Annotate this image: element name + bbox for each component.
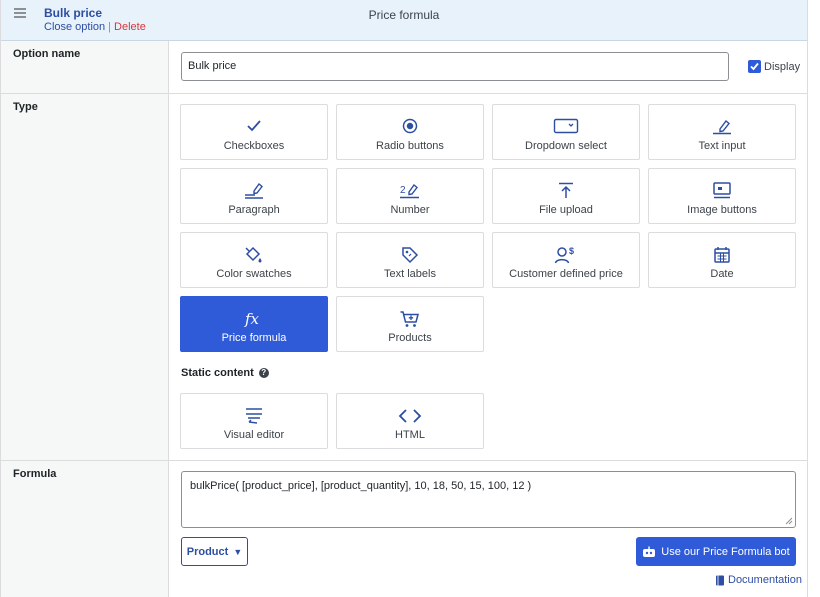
type-label: Type <box>13 101 38 113</box>
header-actions: Close option | Delete <box>44 21 146 33</box>
link-separator: | <box>108 21 112 33</box>
formula-text: bulkPrice( [product_price], [product_qua… <box>190 480 532 492</box>
row-divider <box>1 460 807 461</box>
type-tile-label: Paragraph <box>228 204 280 216</box>
type-tile-visual-editor[interactable]: Visual editor <box>180 393 328 449</box>
tag-icon <box>402 247 419 264</box>
delete-link[interactable]: Delete <box>114 21 146 33</box>
formula-label: Formula <box>13 468 57 480</box>
help-icon[interactable]: ? <box>258 368 269 378</box>
type-tile-label: Number <box>390 204 430 216</box>
option-header: Bulk price Close option | Delete Price for… <box>1 0 807 41</box>
resize-handle-icon[interactable] <box>785 517 793 525</box>
option-panel: Bulk price Close option | Delete Price for… <box>0 0 808 597</box>
type-tile-label: Customer defined price <box>509 268 623 280</box>
type-tile-label: HTML <box>395 429 425 441</box>
type-tile-paragraph[interactable]: Paragraph <box>180 168 328 224</box>
type-tile-color-swatches[interactable]: Color swatches <box>180 232 328 288</box>
option-name-label-cell: Option name <box>1 41 169 93</box>
product-button-label: Product <box>186 545 229 558</box>
documentation-link[interactable]: Documentation <box>715 574 802 586</box>
code-icon <box>398 409 422 423</box>
type-tile-price-formula[interactable]: fx Price formula <box>180 296 328 352</box>
cart-icon <box>400 311 419 327</box>
paragraph-icon <box>245 182 263 199</box>
row-divider <box>1 93 807 94</box>
robot-icon <box>643 546 656 557</box>
check-mark-icon <box>750 62 759 71</box>
formula-label-cell: Formula <box>1 461 169 597</box>
type-tile-label: Checkboxes <box>223 140 285 152</box>
static-content-heading: Static content ? <box>181 367 269 379</box>
type-tile-label: Dropdown select <box>525 140 607 152</box>
type-tile-date[interactable]: Date <box>648 232 796 288</box>
type-label-cell: Type <box>1 94 169 460</box>
type-tile-label: Image buttons <box>687 204 757 216</box>
type-tile-label: Color swatches <box>216 268 292 280</box>
type-tile-label: File upload <box>539 204 593 216</box>
type-tile-text-input[interactable]: Text input <box>648 104 796 160</box>
close-option-link[interactable]: Close option <box>44 21 105 33</box>
type-tile-text-labels[interactable]: Text labels <box>336 232 484 288</box>
paint-bucket-icon <box>245 246 262 263</box>
type-tile-label: Text labels <box>384 268 436 280</box>
number-icon: 2 <box>400 183 419 199</box>
text-format-icon <box>246 408 262 424</box>
option-name-input[interactable]: Bulk price <box>181 52 729 81</box>
user-dollar-icon: $ <box>554 246 574 264</box>
type-tile-label: Visual editor <box>223 429 285 441</box>
display-toggle[interactable]: Display <box>748 60 800 73</box>
svg-text:fx: fx <box>244 310 260 328</box>
option-type-title: Price formula <box>368 8 440 22</box>
radio-icon <box>402 118 418 134</box>
type-tile-image-buttons[interactable]: Image buttons <box>648 168 796 224</box>
fx-icon: fx <box>244 310 260 328</box>
upload-icon <box>559 182 573 198</box>
display-label: Display <box>764 60 801 73</box>
formula-textarea[interactable]: bulkPrice( [product_price], [product_qua… <box>181 471 796 528</box>
type-tile-radio-buttons[interactable]: Radio buttons <box>336 104 484 160</box>
type-tile-label: Price formula <box>221 332 287 344</box>
caret-down-icon: ▼ <box>233 546 243 557</box>
type-tile-label: Radio buttons <box>376 140 444 152</box>
type-tile-products[interactable]: Products <box>336 296 484 352</box>
display-checkbox[interactable] <box>748 60 761 73</box>
type-tile-label: Text input <box>698 140 746 152</box>
book-icon <box>716 575 724 585</box>
option-name-label: Option name <box>13 48 81 60</box>
svg-text:2: 2 <box>400 185 406 196</box>
type-tile-file-upload[interactable]: File upload <box>492 168 640 224</box>
calendar-icon <box>714 247 730 263</box>
documentation-label: Documentation <box>728 574 802 586</box>
type-tile-label: Products <box>388 332 432 344</box>
type-tile-label: Date <box>710 268 734 280</box>
bot-button-label: Use our Price Formula bot <box>661 545 790 558</box>
dropdown-icon <box>553 118 579 134</box>
image-icon <box>713 182 731 199</box>
pencil-icon <box>713 119 731 135</box>
type-tile-number[interactable]: 2 Number <box>336 168 484 224</box>
static-content-title: Static content <box>181 367 254 379</box>
price-formula-bot-button[interactable]: Use our Price Formula bot <box>636 537 796 566</box>
svg-text:$: $ <box>569 246 574 256</box>
type-tile-html[interactable]: HTML <box>336 393 484 449</box>
type-tile-dropdown-select[interactable]: Dropdown select <box>492 104 640 160</box>
type-tile-checkboxes[interactable]: Checkboxes <box>180 104 328 160</box>
product-dropdown-button[interactable]: Product ▼ <box>181 537 248 566</box>
type-tile-customer-defined-price[interactable]: $ Customer defined price <box>492 232 640 288</box>
check-icon <box>247 120 261 132</box>
